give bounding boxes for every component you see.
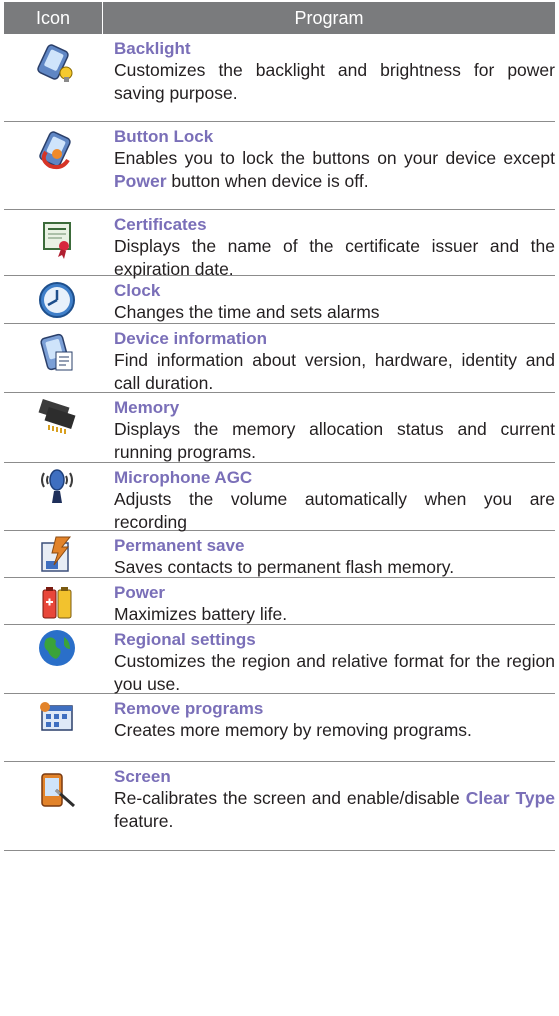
row-title: Permanent save	[114, 536, 245, 555]
clock-icon	[36, 279, 78, 323]
globe-icon	[36, 627, 78, 693]
button-lock-icon	[36, 130, 78, 209]
header-icon-column: Icon	[35, 7, 71, 28]
row-description: Changes the time and sets alarms	[114, 302, 380, 322]
row-description: Displays the name of the certificate iss…	[114, 236, 555, 279]
row-description: Find information about version, hardware…	[114, 350, 555, 393]
row-description: Displays the memory allocation status an…	[114, 419, 555, 462]
row-title: Backlight	[114, 39, 191, 58]
row-description: Maximizes battery life.	[114, 604, 288, 624]
table-row: Power Maximizes battery life.	[4, 578, 555, 625]
row-title: Screen	[114, 767, 171, 786]
table-row: Microphone AGC Adjusts the volume automa…	[4, 463, 555, 532]
settings-table: Icon Program Backlight Customizes the ba…	[4, 2, 555, 851]
row-description: Adjusts the volume automatically when yo…	[114, 489, 555, 532]
backlight-icon	[36, 42, 78, 121]
screen-icon	[36, 770, 78, 850]
row-title: Power	[114, 583, 166, 602]
table-row: Regional settings Customizes the region …	[4, 625, 555, 694]
row-description: Re-calibrates the screen and enable/disa…	[114, 788, 555, 831]
row-title: Button Lock	[114, 127, 214, 146]
row-description: Customizes the backlight and brightness …	[114, 60, 555, 103]
table-row: Permanent save Saves contacts to permane…	[4, 531, 555, 578]
header-program-column: Program	[102, 2, 555, 34]
row-title: Remove programs	[114, 699, 264, 718]
row-description: Saves contacts to permanent flash memory…	[114, 557, 455, 577]
table-row: Screen Re-calibrates the screen and enab…	[4, 762, 555, 851]
row-description: Customizes the region and relative forma…	[114, 651, 555, 694]
table-header: Icon Program	[4, 2, 555, 34]
table-row: Certificates Displays the name of the ce…	[4, 210, 555, 279]
table-row: Clock Changes the time and sets alarms	[4, 276, 555, 324]
power-icon	[36, 582, 78, 624]
table-row: Backlight Customizes the backlight and b…	[4, 34, 555, 122]
microphone-icon	[36, 467, 78, 530]
remove-programs-icon	[36, 698, 78, 761]
row-title: Regional settings	[114, 630, 256, 649]
row-description: Creates more memory by removing programs…	[114, 720, 472, 740]
memory-icon	[36, 395, 78, 462]
row-title: Clock	[114, 281, 161, 300]
certificates-icon	[36, 218, 78, 275]
row-title: Memory	[114, 398, 180, 417]
row-title: Device information	[114, 329, 268, 348]
row-description: Enables you to lock the buttons on your …	[114, 148, 555, 191]
row-title: Certificates	[114, 215, 207, 234]
permanent-save-icon	[36, 533, 78, 577]
table-row: Remove programs Creates more memory by r…	[4, 694, 555, 762]
device-information-icon	[36, 332, 78, 392]
table-row: Memory Displays the memory allocation st…	[4, 393, 555, 463]
table-row: Button Lock Enables you to lock the butt…	[4, 122, 555, 210]
row-title: Microphone AGC	[114, 468, 253, 487]
table-row: Device information Find information abou…	[4, 324, 555, 393]
